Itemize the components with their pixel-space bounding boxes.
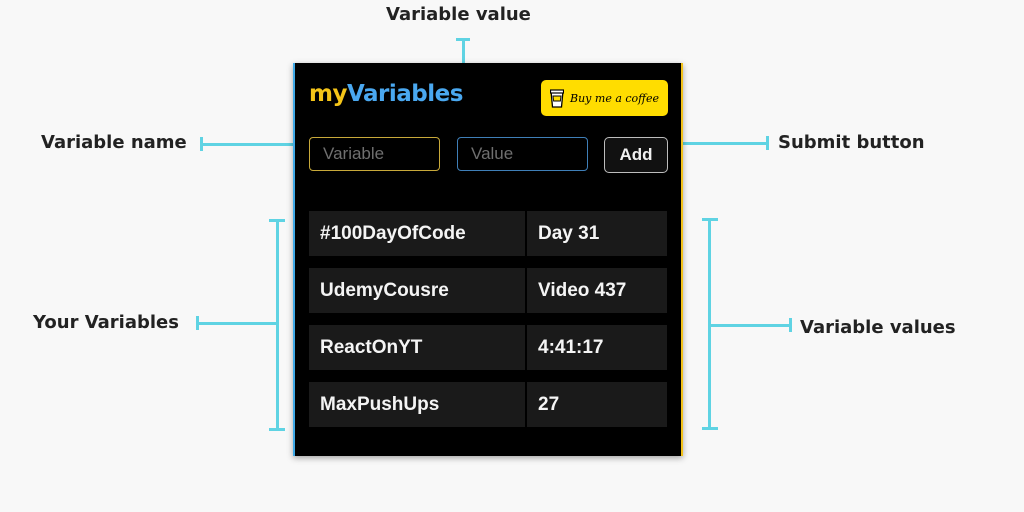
- variable-value-cell[interactable]: 27: [527, 382, 667, 427]
- annotation-variable-value: Variable value: [386, 4, 531, 25]
- buy-me-a-coffee-button[interactable]: Buy me a coffee: [541, 80, 668, 116]
- app-logo: myVariables: [309, 81, 463, 107]
- your-variables-bracket-line: [276, 219, 279, 431]
- variable-name-cell[interactable]: ReactOnYT: [309, 325, 525, 370]
- annotation-submit-button: Submit button: [778, 132, 925, 153]
- logo-suffix: Variables: [346, 81, 463, 107]
- variable-value-input[interactable]: [457, 137, 588, 171]
- table-row[interactable]: MaxPushUps 27: [309, 382, 667, 427]
- add-button[interactable]: Add: [604, 137, 668, 173]
- table-row[interactable]: #100DayOfCode Day 31: [309, 211, 667, 256]
- annotation-variable-name: Variable name: [41, 132, 187, 153]
- variable-value-cell[interactable]: 4:41:17: [527, 325, 667, 370]
- submit-pointer-cap: [766, 136, 769, 150]
- variables-table: #100DayOfCode Day 31 UdemyCousre Video 4…: [309, 211, 667, 439]
- variable-values-pointer-line: [711, 324, 791, 327]
- variable-name-cell[interactable]: UdemyCousre: [309, 268, 525, 313]
- variable-name-input[interactable]: [309, 137, 440, 171]
- variable-value-cell[interactable]: Day 31: [527, 211, 667, 256]
- variable-values-bracket-bottom: [702, 427, 718, 430]
- variable-value-cell[interactable]: Video 437: [527, 268, 667, 313]
- coffee-cup-icon: [550, 89, 565, 108]
- your-variables-pointer-line: [196, 322, 276, 325]
- variable-values-pointer-cap: [789, 318, 792, 332]
- table-row[interactable]: ReactOnYT 4:41:17: [309, 325, 667, 370]
- annotation-your-variables: Your Variables: [33, 312, 179, 333]
- annotation-variable-values: Variable values: [800, 317, 956, 338]
- variable-name-cell[interactable]: #100DayOfCode: [309, 211, 525, 256]
- extension-popup: myVariables Buy me a coffee Add #100DayO…: [293, 63, 683, 456]
- bmc-label: Buy me a coffee: [570, 91, 659, 105]
- your-variables-bracket-bottom: [269, 428, 285, 431]
- logo-prefix: my: [309, 81, 347, 107]
- table-row[interactable]: UdemyCousre Video 437: [309, 268, 667, 313]
- your-variables-pointer-cap: [196, 316, 199, 330]
- variable-name-cell[interactable]: MaxPushUps: [309, 382, 525, 427]
